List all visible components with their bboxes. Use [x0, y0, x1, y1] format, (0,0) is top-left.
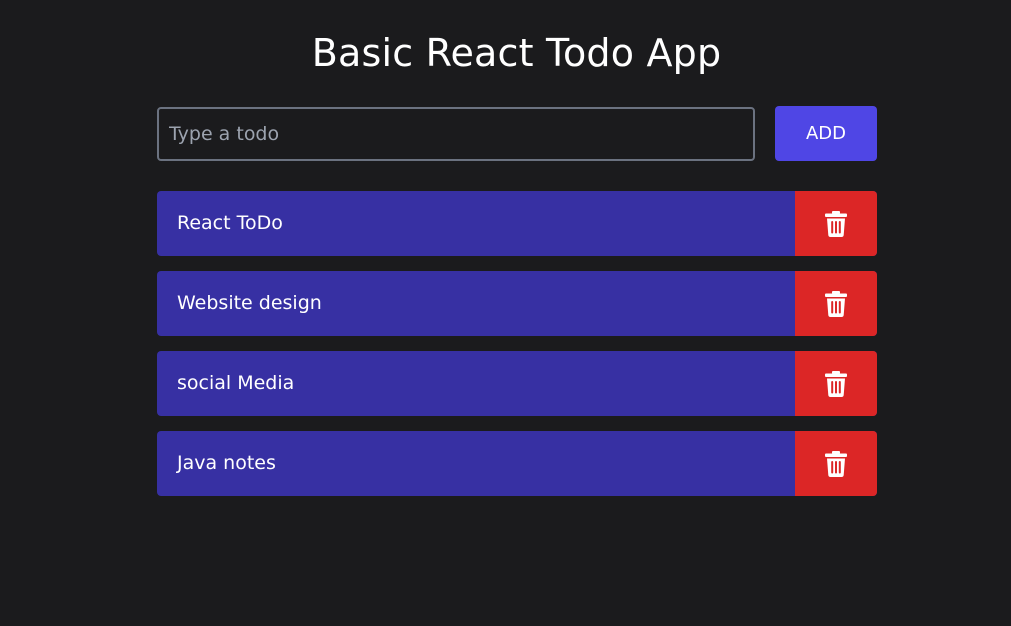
todo-text: React ToDo [177, 212, 283, 234]
todo-text: social Media [177, 372, 295, 394]
todo-text: Java notes [177, 452, 276, 474]
todo-text: Website design [177, 292, 322, 314]
todo-app: Basic React Todo App ADD React ToDo [0, 0, 1011, 626]
trash-icon [825, 370, 847, 397]
add-button[interactable]: ADD [775, 106, 877, 161]
trash-icon [825, 210, 847, 237]
todo-item: Website design [157, 271, 877, 336]
add-todo-form: ADD [157, 106, 877, 161]
todo-item: social Media [157, 351, 877, 416]
delete-button[interactable] [795, 351, 877, 416]
delete-button[interactable] [795, 271, 877, 336]
todo-item: Java notes [157, 431, 877, 496]
todo-input[interactable] [157, 107, 755, 161]
trash-icon [825, 450, 847, 477]
delete-button[interactable] [795, 431, 877, 496]
todo-list: React ToDo Website design social Media J… [157, 191, 877, 511]
delete-button[interactable] [795, 191, 877, 256]
todo-item: React ToDo [157, 191, 877, 256]
page-title: Basic React Todo App [311, 31, 722, 75]
trash-icon [825, 290, 847, 317]
